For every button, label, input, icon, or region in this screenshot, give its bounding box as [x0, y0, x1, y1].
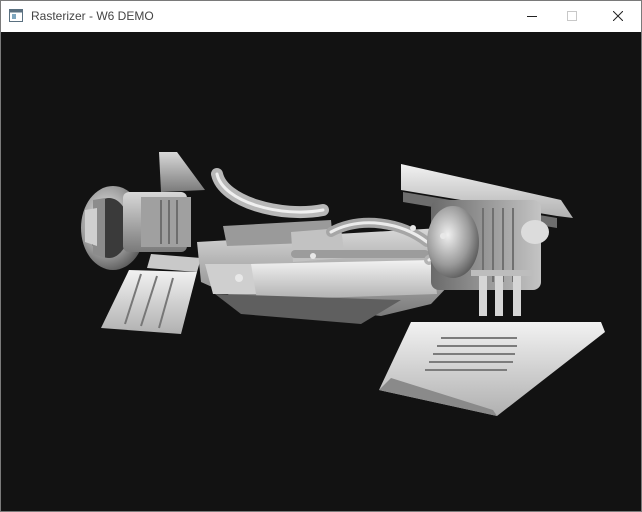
close-icon: [613, 11, 623, 21]
minimize-icon: [527, 16, 537, 17]
render-viewport[interactable]: [1, 32, 641, 511]
close-button[interactable]: [595, 1, 641, 32]
rendered-hovercraft-model: [81, 152, 605, 416]
rear-fin: [159, 152, 205, 192]
app-window: Rasterizer - W6 DEMO: [0, 0, 642, 512]
front-wing: [379, 322, 605, 416]
maximize-button: [549, 1, 595, 32]
window-title: Rasterizer - W6 DEMO: [31, 9, 154, 23]
maximize-icon: [567, 11, 577, 21]
title-bar[interactable]: Rasterizer - W6 DEMO: [1, 1, 641, 32]
window-app-icon: [9, 9, 23, 22]
